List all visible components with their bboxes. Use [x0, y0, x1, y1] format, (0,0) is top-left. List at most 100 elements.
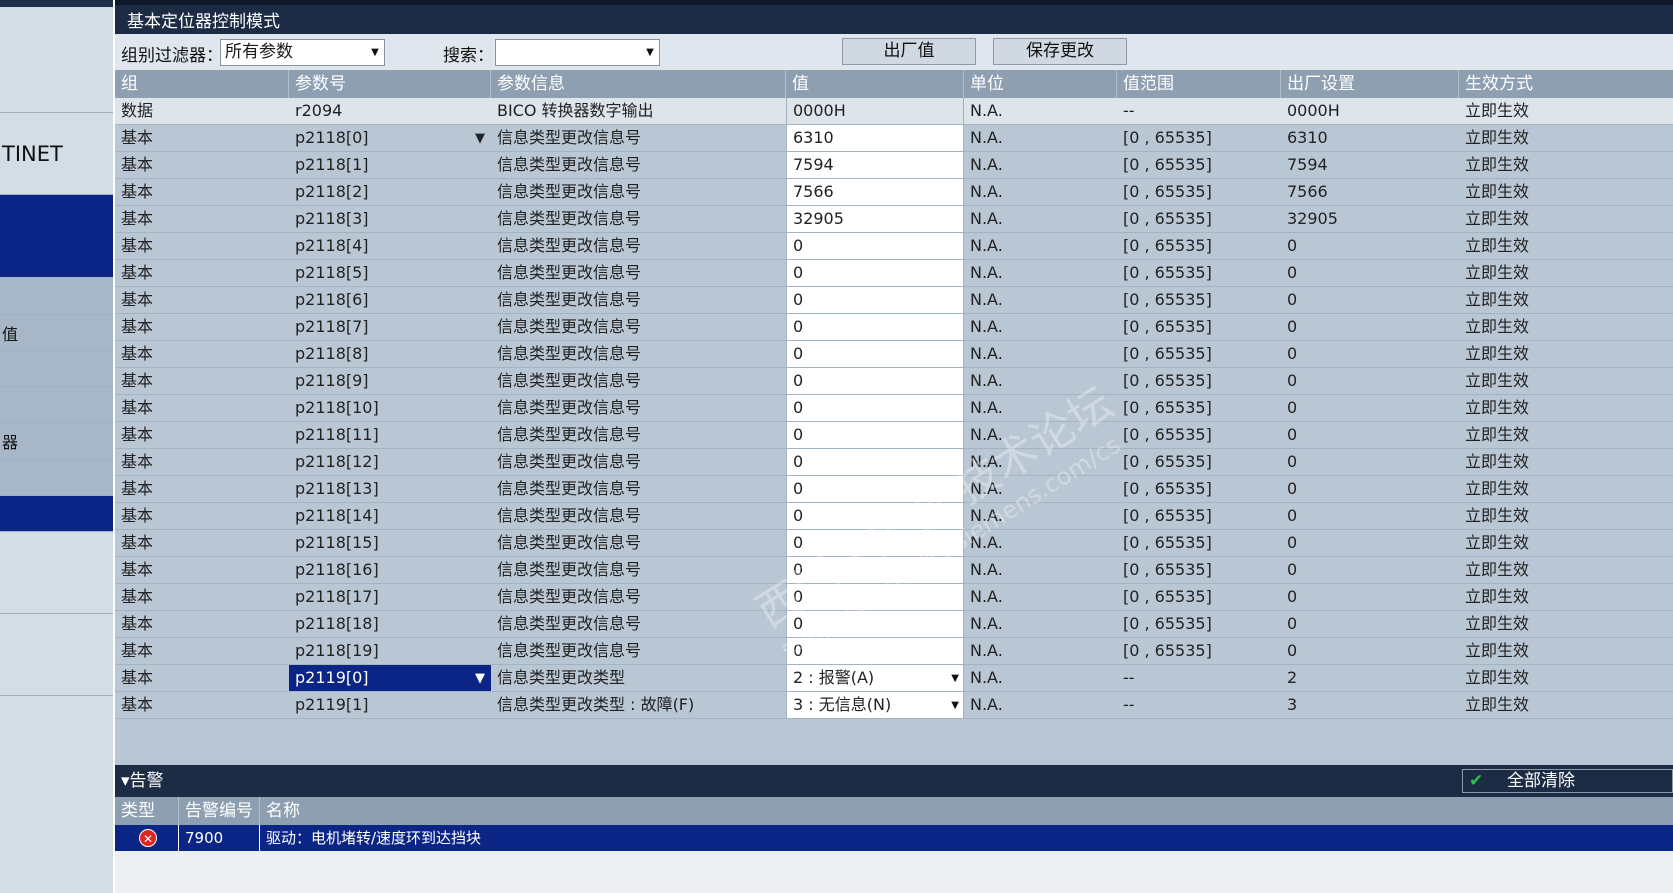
column-header-unit[interactable]: 单位: [964, 70, 1117, 98]
table-row[interactable]: 基本 p2118[16] 信息类型更改信息号 0 N.A. [0 , 65535] 0 立即生…: [115, 557, 1673, 584]
cell-value[interactable]: 3 : 无信息(N) ▼: [786, 692, 964, 718]
nav-item-4[interactable]: [0, 278, 113, 315]
cell-value[interactable]: 0: [786, 233, 964, 259]
column-header-factory[interactable]: 出厂设置: [1281, 70, 1459, 98]
cell-unit-text: N.A.: [970, 344, 1003, 363]
alarm-row[interactable]: ✕ 7900 驱动：电机堵转/速度环到达挡块: [115, 825, 1673, 851]
table-row[interactable]: 基本 p2118[3] 信息类型更改信息号 32905 N.A. [0 , 65535] 3…: [115, 206, 1673, 233]
cell-effect: 立即生效: [1459, 692, 1673, 718]
cell-value[interactable]: 0: [786, 638, 964, 664]
table-row[interactable]: 基本 p2118[19] 信息类型更改信息号 0 N.A. [0 , 65535] 0 立即生…: [115, 638, 1673, 665]
nav-item-13[interactable]: [0, 696, 113, 893]
cell-value[interactable]: 0: [786, 368, 964, 394]
nav-item-9[interactable]: [0, 460, 113, 496]
chevron-down-icon[interactable]: ▼: [951, 692, 959, 718]
nav-item-selected[interactable]: [0, 496, 113, 532]
search-input[interactable]: ▼: [495, 39, 660, 66]
nav-item-device[interactable]: 器: [0, 423, 113, 460]
cell-param[interactable]: p2119[0] ▼: [289, 665, 491, 691]
cell-value[interactable]: 32905: [786, 206, 964, 232]
nav-item-7[interactable]: [0, 387, 113, 423]
cell-value[interactable]: 0: [786, 422, 964, 448]
expand-array-icon[interactable]: ▼: [475, 125, 485, 151]
cell-effect-text: 立即生效: [1465, 236, 1530, 255]
table-row[interactable]: 基本 p2118[2] 信息类型更改信息号 7566 N.A. [0 , 65535] 75…: [115, 179, 1673, 206]
cell-value[interactable]: 0: [786, 287, 964, 313]
cell-unit-text: N.A.: [970, 695, 1003, 714]
cell-value[interactable]: 0: [786, 503, 964, 529]
cell-unit-text: N.A.: [970, 641, 1003, 660]
table-row[interactable]: 基本 p2118[15] 信息类型更改信息号 0 N.A. [0 , 65535] 0 立即生…: [115, 530, 1673, 557]
cell-unit: N.A.: [964, 422, 1117, 448]
table-row[interactable]: 基本 p2118[17] 信息类型更改信息号 0 N.A. [0 , 65535] 0 立即生…: [115, 584, 1673, 611]
clear-all-button[interactable]: ✔ 全部清除: [1462, 769, 1673, 793]
table-row[interactable]: 基本 p2118[12] 信息类型更改信息号 0 N.A. [0 , 65535] 0 立即生…: [115, 449, 1673, 476]
factory-value-button[interactable]: 出厂值: [842, 38, 976, 65]
cell-unit: N.A.: [964, 206, 1117, 232]
alarm-column-type[interactable]: 类型: [115, 797, 179, 825]
column-header-param[interactable]: 参数号: [289, 70, 491, 98]
table-row[interactable]: 数据 r2094 BICO 转换器数字输出 0000H N.A. -- 0000H 立即生效: [115, 98, 1673, 125]
table-row[interactable]: 基本 p2118[5] 信息类型更改信息号 0 N.A. [0 , 65535] 0 立即生效: [115, 260, 1673, 287]
table-row[interactable]: 基本 p2118[14] 信息类型更改信息号 0 N.A. [0 , 65535] 0 立即生…: [115, 503, 1673, 530]
cell-value[interactable]: 6310: [786, 125, 964, 151]
cell-value[interactable]: 0: [786, 341, 964, 367]
column-header-effect[interactable]: 生效方式: [1459, 70, 1673, 98]
cell-value[interactable]: 0: [786, 449, 964, 475]
cell-factory-text: 6310: [1287, 128, 1328, 147]
cell-unit-text: N.A.: [970, 101, 1003, 120]
nav-item-value[interactable]: 值: [0, 315, 113, 351]
nav-item-profinet[interactable]: TINET: [0, 113, 113, 195]
cell-value[interactable]: 7594: [786, 152, 964, 178]
cell-info: 信息类型更改信息号: [491, 368, 786, 394]
nav-item-11[interactable]: [0, 532, 113, 614]
column-header-value[interactable]: 值: [786, 70, 964, 98]
nav-item-12[interactable]: [0, 614, 113, 696]
table-row[interactable]: 基本 p2118[4] 信息类型更改信息号 0 N.A. [0 , 65535] 0 立即生效: [115, 233, 1673, 260]
column-header-info[interactable]: 参数信息: [491, 70, 786, 98]
nav-item-1[interactable]: [0, 7, 113, 113]
cell-group-text: 基本: [121, 614, 154, 633]
table-row[interactable]: 基本 p2118[18] 信息类型更改信息号 0 N.A. [0 , 65535] 0 立即生…: [115, 611, 1673, 638]
table-row[interactable]: 基本 p2118[13] 信息类型更改信息号 0 N.A. [0 , 65535] 0 立即生…: [115, 476, 1673, 503]
cell-value[interactable]: 2 : 报警(A) ▼: [786, 665, 964, 691]
column-header-range[interactable]: 值范围: [1117, 70, 1281, 98]
cell-value[interactable]: 0: [786, 314, 964, 340]
cell-value[interactable]: 0: [786, 476, 964, 502]
alarm-toggle[interactable]: ▾告警: [121, 765, 164, 797]
expand-array-icon[interactable]: ▼: [475, 665, 485, 691]
table-row[interactable]: 基本 p2118[11] 信息类型更改信息号 0 N.A. [0 , 65535] 0 立即生…: [115, 422, 1673, 449]
table-row[interactable]: 基本 p2118[10] 信息类型更改信息号 0 N.A. [0 , 65535] 0 立即生…: [115, 395, 1673, 422]
table-row[interactable]: 基本 p2118[0] ▼ 信息类型更改信息号 6310 N.A. [0 , 65535] 6…: [115, 125, 1673, 152]
alarm-column-number[interactable]: 告警编号: [179, 797, 260, 825]
table-row[interactable]: 基本 p2118[7] 信息类型更改信息号 0 N.A. [0 , 65535] 0 立即生效: [115, 314, 1673, 341]
group-filter-select[interactable]: 所有参数 ▼: [220, 39, 385, 66]
cell-value[interactable]: 0: [786, 395, 964, 421]
cell-value[interactable]: 0: [786, 584, 964, 610]
nav-item-active[interactable]: [0, 195, 113, 278]
cell-value[interactable]: 0: [786, 557, 964, 583]
table-row[interactable]: 基本 p2118[8] 信息类型更改信息号 0 N.A. [0 , 65535] 0 立即生效: [115, 341, 1673, 368]
cell-range-text: [0 , 65535]: [1123, 236, 1212, 255]
table-row[interactable]: 基本 p2119[1] 信息类型更改类型 : 故障(F) 3 : 无信息(N) ▼ N.A…: [115, 692, 1673, 719]
table-row[interactable]: 基本 p2118[9] 信息类型更改信息号 0 N.A. [0 , 65535] 0 立即生效: [115, 368, 1673, 395]
alarm-column-name[interactable]: 名称: [260, 797, 1673, 825]
cell-effect: 立即生效: [1459, 341, 1673, 367]
cell-value[interactable]: 0: [786, 260, 964, 286]
column-header-group[interactable]: 组: [115, 70, 289, 98]
cell-unit: N.A.: [964, 665, 1117, 691]
cell-value[interactable]: 0: [786, 530, 964, 556]
nav-item-6[interactable]: [0, 351, 113, 387]
cell-factory: 32905: [1281, 206, 1459, 232]
table-row[interactable]: 基本 p2118[6] 信息类型更改信息号 0 N.A. [0 , 65535] 0 立即生效: [115, 287, 1673, 314]
cell-value-text: 0: [793, 506, 804, 525]
cell-group-text: 基本: [121, 587, 154, 606]
cell-value-text: 32905: [793, 209, 844, 228]
cell-range: --: [1117, 98, 1281, 124]
cell-value[interactable]: 7566: [786, 179, 964, 205]
table-row[interactable]: 基本 p2118[1] 信息类型更改信息号 7594 N.A. [0 , 65535] 75…: [115, 152, 1673, 179]
chevron-down-icon[interactable]: ▼: [951, 665, 959, 691]
save-changes-button[interactable]: 保存更改: [993, 38, 1127, 65]
table-row[interactable]: 基本 p2119[0] ▼ 信息类型更改类型 2 : 报警(A) ▼ N.A. -- 2 立即生效: [115, 665, 1673, 692]
cell-value[interactable]: 0: [786, 611, 964, 637]
